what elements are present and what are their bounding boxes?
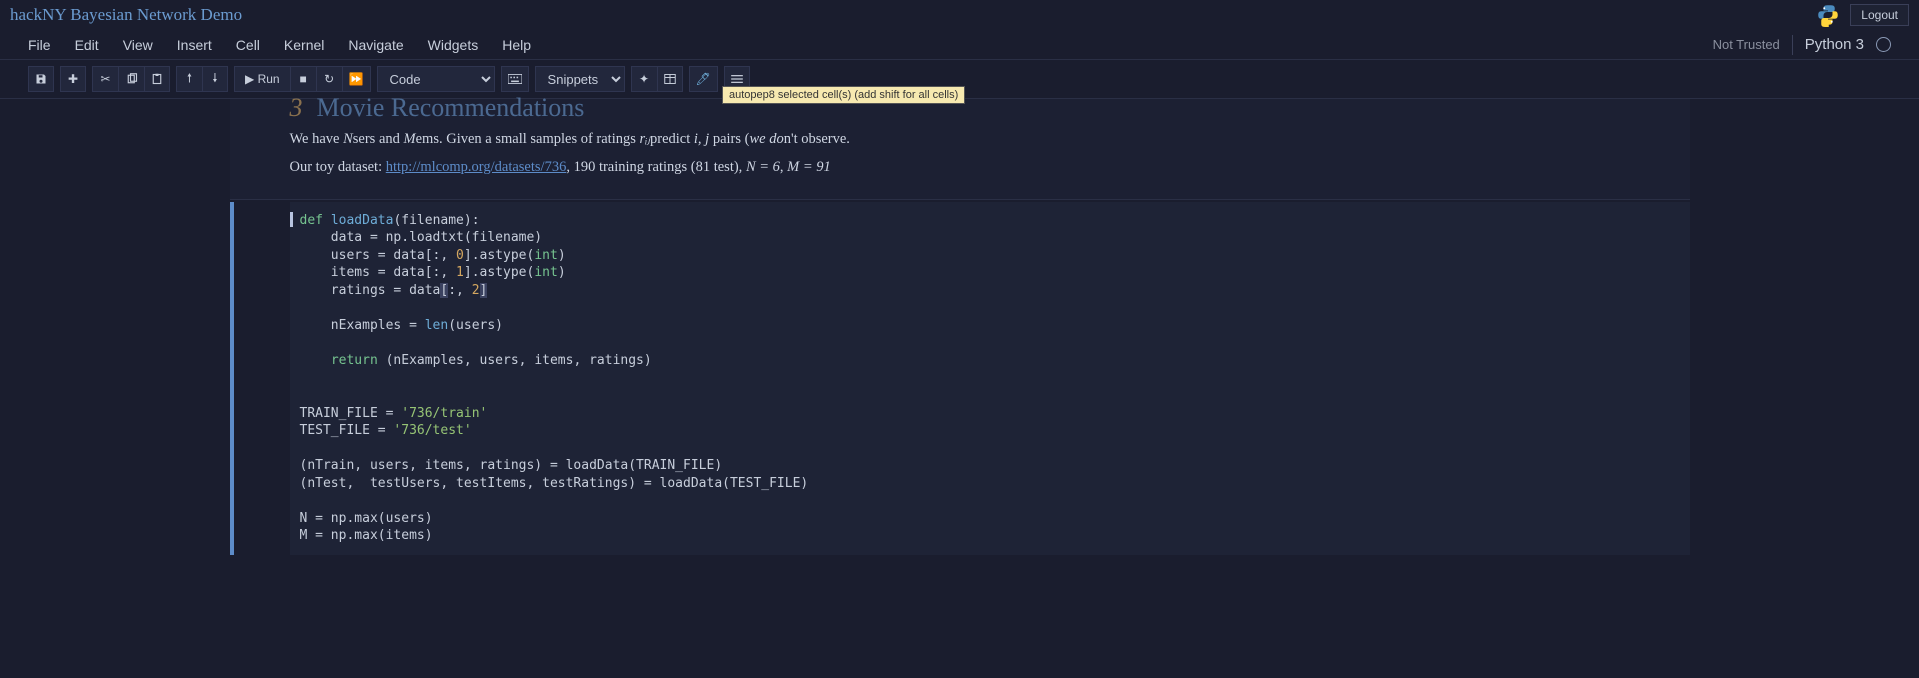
menu-view[interactable]: View [123,37,153,53]
ext1-button[interactable]: ✦ [631,66,657,92]
restart-button[interactable]: ↻ [316,66,342,92]
prompt-area [234,202,290,555]
arrow-down-icon: 🠗 [212,69,217,90]
play-icon: ▶ [245,72,254,86]
run-label: Run [258,72,280,86]
menu-navigate[interactable]: Navigate [348,37,403,53]
stop-icon: ■ [299,72,306,86]
sparkle-icon: ✦ [639,72,649,86]
markdown-cell[interactable]: 3Movie Recommendations We have Nsers and… [230,99,1690,200]
header: hackNY Bayesian Network Demo Logout [0,0,1919,30]
menu-widgets[interactable]: Widgets [428,37,479,53]
table-icon [664,73,676,85]
save-icon [35,73,47,85]
tooltip: autopep8 selected cell(s) (add shift for… [722,86,965,104]
copy-button[interactable] [118,66,144,92]
ext2-button[interactable] [657,66,683,92]
toolbar: ✚ ✂ 🠕 🠗 ▶ Run ■ ↻ ⏩ Code Snippets ✦ 🖊 au… [0,60,1919,99]
restart-icon: ↻ [324,72,334,86]
list-icon [731,74,743,84]
menu-cell[interactable]: Cell [236,37,260,53]
copy-icon [126,73,138,85]
notebook-area: 3Movie Recommendations We have Nsers and… [230,99,1690,555]
cut-button[interactable]: ✂ [92,66,118,92]
run-button[interactable]: ▶ Run [234,66,290,92]
arrow-up-icon: 🠕 [187,69,192,90]
fast-forward-icon: ⏩ [349,72,364,86]
command-palette-button[interactable] [501,66,529,92]
md-paragraph-2: Our toy dataset: http://mlcomp.org/datas… [290,157,1630,179]
menubar: File Edit View Insert Cell Kernel Naviga… [0,30,1919,60]
paste-icon [151,73,163,85]
md-paragraph-1: We have Nsers and Mems. Given a small sa… [290,129,1630,151]
move-up-button[interactable]: 🠕 [176,66,202,92]
celltype-select[interactable]: Code [377,66,495,92]
menu-help[interactable]: Help [502,37,531,53]
keyboard-icon [508,74,522,84]
cut-icon: ✂ [100,72,110,86]
header-right: Logout [1816,3,1909,27]
menu-edit[interactable]: Edit [75,37,99,53]
interrupt-button[interactable]: ■ [290,66,316,92]
trust-indicator[interactable]: Not Trusted [1713,37,1780,52]
section-title: Movie Recommendations [317,93,585,122]
kernel-status-icon[interactable] [1876,37,1891,52]
code-cell[interactable]: def loadData(filename): data = np.loadtx… [230,202,1690,555]
move-down-button[interactable]: 🠗 [202,66,228,92]
notebook-title[interactable]: hackNY Bayesian Network Demo [10,5,242,25]
paste-button[interactable] [144,66,170,92]
separator [1792,35,1793,55]
kernel-name[interactable]: Python 3 [1805,36,1864,53]
restart-run-all-button[interactable]: ⏩ [342,66,371,92]
add-cell-button[interactable]: ✚ [60,66,86,92]
menu-insert[interactable]: Insert [177,37,212,53]
menu-kernel[interactable]: Kernel [284,37,324,53]
plus-icon: ✚ [68,72,78,86]
dataset-link[interactable]: http://mlcomp.org/datasets/736 [386,159,567,175]
snippets-select[interactable]: Snippets [535,66,625,92]
section-number: 3 [290,93,303,122]
code-editor[interactable]: def loadData(filename): data = np.loadtx… [290,202,1690,555]
python-logo-icon [1816,3,1840,27]
menu-file[interactable]: File [28,37,51,53]
wand-icon: 🖊 [696,72,711,86]
save-button[interactable] [28,66,54,92]
logout-button[interactable]: Logout [1850,4,1909,26]
autopep8-button[interactable]: 🖊 [689,66,718,92]
code-content: def loadData(filename): data = np.loadtx… [300,212,1690,545]
cursor-indicator [290,212,293,227]
